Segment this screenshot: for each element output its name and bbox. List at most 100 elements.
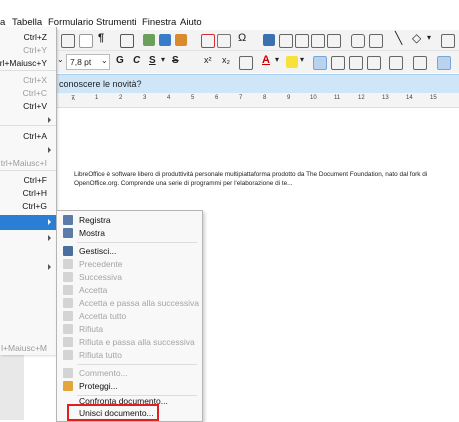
draw-functions-icon[interactable] (441, 34, 455, 48)
ruler-tick: 2 (119, 95, 123, 101)
menu-finestra[interactable]: Finestra (142, 17, 176, 28)
accept-all-icon (63, 311, 73, 321)
strikethrough-button[interactable]: S (172, 55, 179, 66)
select-all-shortcut[interactable]: Ctrl+A (23, 131, 47, 141)
manage-menu-item[interactable]: Gestisci... (57, 245, 202, 258)
ruler-tick: 12 (358, 95, 365, 101)
ruler-tick: 10 (310, 95, 317, 101)
italic-button[interactable]: C (133, 55, 140, 66)
ruler-tick: 3 (143, 95, 147, 101)
bookmark-icon[interactable] (311, 34, 325, 48)
insert-field-icon[interactable] (217, 34, 231, 48)
previous-change-icon (63, 259, 73, 269)
subscript-button[interactable]: x₂ (222, 55, 230, 65)
accept-menu-item[interactable]: Accetta (57, 284, 202, 297)
align-right-icon[interactable] (349, 56, 363, 70)
formatting-marks-icon[interactable]: ¶ (98, 32, 104, 44)
bold-button[interactable]: G (116, 55, 124, 66)
insert-textbox-icon[interactable] (175, 34, 187, 46)
insert-chart-icon[interactable] (159, 34, 171, 46)
highlight-dropdown-icon[interactable]: ▾ (300, 55, 304, 64)
track-changes-icon[interactable] (369, 34, 383, 48)
record-menu-item[interactable]: Registra (57, 214, 202, 227)
previous-label: Precedente (79, 259, 123, 269)
outline-list-icon[interactable] (437, 56, 451, 70)
hyperlink-icon[interactable] (263, 34, 275, 46)
previous-menu-item[interactable]: Precedente (57, 258, 202, 271)
bullet-list-icon[interactable] (389, 56, 403, 70)
cross-reference-icon[interactable] (327, 34, 341, 48)
spellcheck-icon[interactable] (79, 34, 93, 48)
special-character-icon[interactable]: Ω (238, 32, 246, 44)
accept-all-label: Accetta tutto (79, 311, 127, 321)
reject-all-menu-item[interactable]: Rifiuta tutto (57, 349, 202, 362)
font-name-dropdown-icon[interactable]: ⌄ (57, 55, 64, 64)
font-size-field[interactable]: 7,8 pt ⌄ (66, 54, 110, 70)
reject-change-icon (63, 324, 73, 334)
shapes-dropdown-icon[interactable]: ▾ (427, 33, 431, 42)
ruler-tab-marker[interactable]: ⊼ (71, 95, 75, 102)
numbered-list-icon[interactable] (413, 56, 427, 70)
font-color-button[interactable]: A (262, 54, 270, 66)
paste-shortcut[interactable]: Ctrl+V (23, 101, 47, 111)
highlight-color-icon[interactable] (286, 56, 298, 68)
align-center-icon[interactable] (331, 56, 345, 70)
whats-new-infobar: conoscere le novità? (55, 74, 459, 94)
accept-all-menu-item[interactable]: Accetta tutto (57, 310, 202, 323)
find-shortcut[interactable]: Ctrl+F (24, 175, 47, 185)
footnote-icon[interactable] (279, 34, 293, 48)
reject-next-menu-item[interactable]: Rifiuta e passa alla successiva (57, 336, 202, 349)
menu-aiuto[interactable]: Aiuto (180, 17, 202, 28)
submenu-arrow-icon[interactable] (48, 264, 51, 270)
protect-menu-item[interactable]: Proteggi... (57, 380, 202, 393)
repeat-shortcut[interactable]: rl+Maiusc+Y (0, 58, 47, 68)
find-replace-shortcut[interactable]: Ctrl+H (23, 188, 47, 198)
comment-menu-item[interactable]: Commento... (57, 367, 202, 380)
find-replace-icon[interactable] (61, 34, 75, 48)
reject-all-icon (63, 350, 73, 360)
underline-button[interactable]: S (149, 55, 156, 66)
comment-label: Commento... (79, 368, 128, 378)
copy-shortcut[interactable]: Ctrl+C (23, 88, 47, 98)
insert-table-icon[interactable] (120, 34, 134, 48)
paste-special-arrow-icon[interactable] (48, 117, 51, 123)
reject-menu-item[interactable]: Rifiuta (57, 323, 202, 336)
merge-document-highlight-box (67, 404, 159, 421)
font-color-dropdown-icon[interactable]: ▾ (275, 55, 279, 64)
reject-next-icon (63, 337, 73, 347)
selection-mode-arrow-icon[interactable] (48, 147, 51, 153)
accept-next-icon (63, 298, 73, 308)
edit-mode-shortcut[interactable]: l+Maiusc+M (1, 343, 47, 353)
submenu-arrow-icon[interactable] (48, 235, 51, 241)
accept-next-menu-item[interactable]: Accetta e passa alla successiva (57, 297, 202, 310)
select-text-shortcut[interactable]: trl+Maiusc+I (1, 158, 47, 168)
underline-dropdown-icon[interactable]: ▾ (161, 55, 165, 64)
font-size-value: 7,8 pt (70, 57, 92, 67)
document-paragraph[interactable]: LibreOffice è software libero di produtt… (74, 170, 454, 188)
align-left-icon[interactable] (313, 56, 327, 70)
endnote-icon[interactable] (295, 34, 309, 48)
show-menu-item[interactable]: Mostra (57, 227, 202, 240)
track-changes-menu-item[interactable] (0, 215, 56, 230)
clear-formatting-icon[interactable] (239, 56, 253, 70)
superscript-button[interactable]: x² (204, 55, 212, 65)
reject-label: Rifiuta (79, 324, 104, 334)
undo-shortcut[interactable]: Ctrl+Z (24, 32, 47, 42)
cut-shortcut[interactable]: Ctrl+X (23, 75, 47, 85)
track-changes-arrow-icon (48, 219, 51, 225)
menu-strumenti[interactable]: Strumenti (96, 17, 137, 28)
shapes-icon[interactable]: ◇ (412, 31, 421, 45)
redo-shortcut[interactable]: Ctrl+Y (23, 45, 47, 55)
justify-icon[interactable] (367, 56, 381, 70)
next-menu-item[interactable]: Successiva (57, 271, 202, 284)
go-to-page-shortcut[interactable]: Ctrl+G (22, 201, 47, 211)
record-changes-icon (63, 215, 73, 225)
page-break-icon[interactable] (201, 34, 215, 48)
insert-image-icon[interactable] (143, 34, 155, 46)
comment-icon[interactable] (351, 34, 365, 48)
horizontal-ruler[interactable]: ⊼ 1 2 3 4 5 6 7 8 9 10 11 12 13 14 15 (55, 93, 459, 108)
line-icon[interactable]: ╲ (395, 31, 402, 45)
edit-menu: Ctrl+Z Ctrl+Y rl+Maiusc+Y Ctrl+X Ctrl+C … (0, 27, 57, 355)
font-size-dropdown-icon[interactable]: ⌄ (101, 56, 108, 65)
ruler-tick: 1 (95, 95, 99, 101)
